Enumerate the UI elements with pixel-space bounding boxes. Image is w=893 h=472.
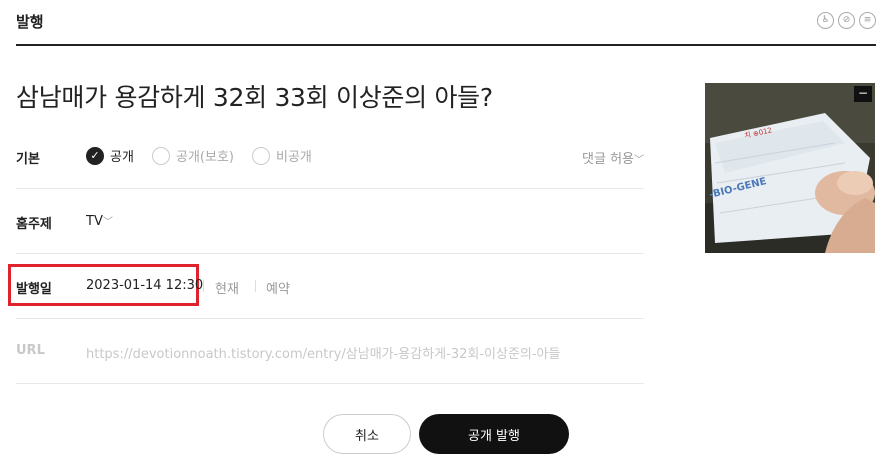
radio-private[interactable]: 비공개 [252,146,312,165]
divider [203,280,204,292]
visibility-label: 기본 [16,152,40,167]
cancel-button[interactable]: 취소 [323,414,411,454]
radio-public-protected-label: 공개(보호) [176,150,234,165]
schedule-option[interactable]: 예약 [266,278,290,297]
no-copy-icon[interactable]: ⊘ [838,12,855,29]
dialog-header: 발행 ♿ ⊘ ≡ [16,0,876,46]
menu-icon[interactable]: ≡ [859,12,876,29]
remove-thumbnail-button[interactable]: − [854,86,872,102]
dialog-title: 발행 [16,13,44,31]
category-row: 홈주제 TV﹀ [16,189,644,254]
publish-date-value[interactable]: 2023-01-14 12:30 [86,278,203,293]
now-option[interactable]: 현재 [215,278,239,297]
chevron-down-icon: ﹀ [102,217,113,228]
chevron-down-icon: ﹀ [634,155,644,166]
divider [255,280,256,292]
thumbnail-photo: 치 ⊕012 -BIO-GENE [705,83,875,253]
accessibility-icon[interactable]: ♿ [817,12,834,29]
category-dropdown[interactable]: TV﹀ [86,213,113,229]
url-value[interactable]: https://devotionnoath.tistory.com/entry/… [86,343,560,362]
radio-public-protected[interactable]: 공개(보호) [152,146,234,165]
radio-public[interactable]: ✓ 공개 [86,146,134,165]
radio-public-label: 공개 [110,150,134,165]
category-value: TV [86,214,103,229]
category-label: 홈주제 [16,217,52,232]
post-title: 삼남매가 용감하게 32회 33회 이상준의 아들? [16,83,493,112]
radio-circle-icon [252,146,270,165]
thumbnail-image[interactable]: 치 ⊕012 -BIO-GENE − [705,83,875,253]
radio-circle-icon [152,146,170,165]
check-icon: ✓ [86,146,104,165]
publish-button[interactable]: 공개 발행 [419,414,569,454]
comment-permission-dropdown[interactable]: 댓글 허용﹀ [582,148,644,167]
url-label: URL [16,343,45,358]
radio-private-label: 비공개 [276,150,312,165]
visibility-row: 기본 ✓ 공개 공개(보호) 비공개 댓글 허용﹀ [16,124,644,189]
comment-permission-label: 댓글 허용 [582,152,634,167]
header-icons: ♿ ⊘ ≡ [817,12,876,29]
